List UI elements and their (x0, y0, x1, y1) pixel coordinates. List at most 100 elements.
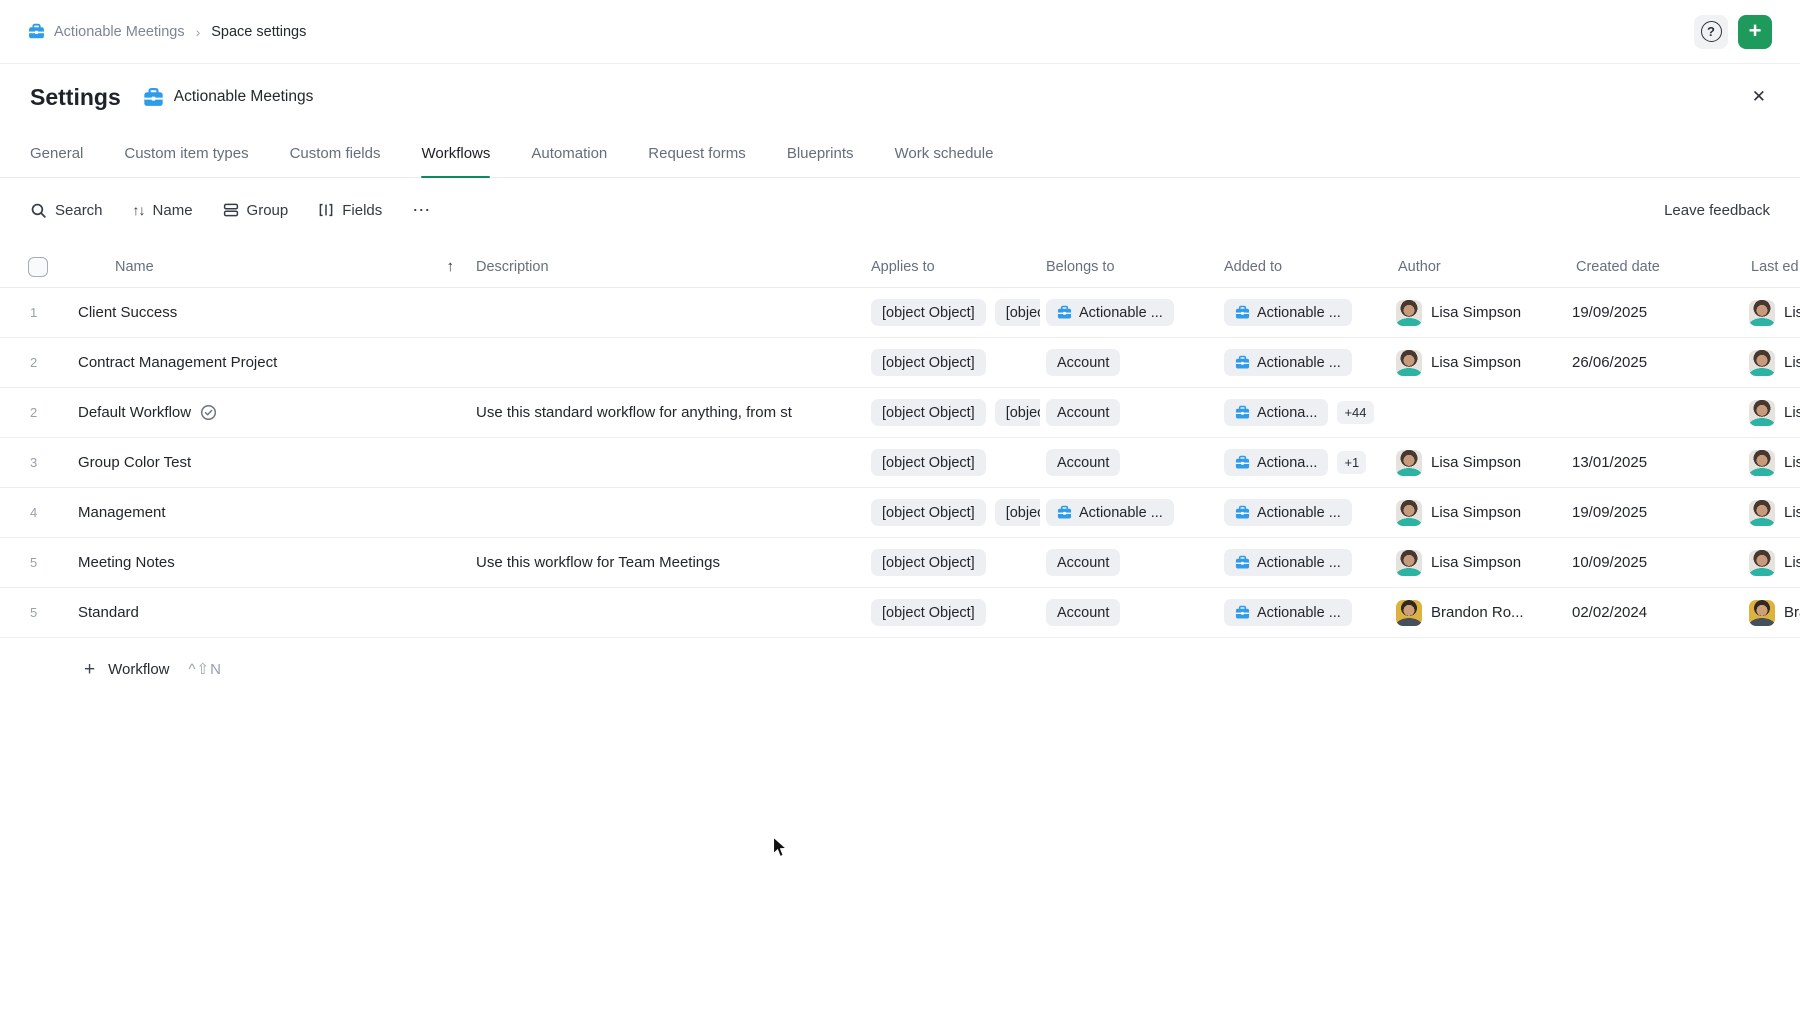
applies-to-tag[interactable]: [object Object] (995, 399, 1040, 426)
column-header-applies-to[interactable]: Applies to (865, 259, 1040, 275)
tab-item[interactable]: Work schedule (895, 130, 994, 177)
created-date: 13/01/2025 (1570, 454, 1745, 471)
more-options-icon[interactable]: ⋯ (412, 200, 431, 221)
applies-to-tag[interactable]: [object Object] (995, 499, 1040, 526)
applies-to-tag[interactable]: [object Object] (995, 299, 1040, 326)
applies-to-tag[interactable]: [object Object] (871, 449, 986, 476)
tab-item[interactable]: Custom fields (290, 130, 381, 177)
tab-item[interactable]: Automation (531, 130, 607, 177)
column-header-belongs-to[interactable]: Belongs to (1040, 259, 1218, 275)
applies-to-tag[interactable]: [object Object] (871, 299, 986, 326)
added-to-tag[interactable]: Actionable ... (1224, 299, 1352, 326)
table-row[interactable]: 1 Client Success [object Object][object … (0, 288, 1800, 338)
added-to-tag[interactable]: Actiona... (1224, 399, 1328, 426)
table-row[interactable]: 2 Contract Management Project [object Ob… (0, 338, 1800, 388)
tab-item[interactable]: Request forms (648, 130, 746, 177)
table-row[interactable]: 5 Standard [object Object] Account (0, 588, 1800, 638)
added-to-tag[interactable]: Actionable ... (1224, 499, 1352, 526)
last-edited-cell: Lisa (1745, 450, 1800, 476)
workflow-name: Group Color Test (78, 454, 191, 471)
top-bar: Actionable Meetings › Space settings ? + (0, 0, 1800, 64)
applies-to-cell: [object Object] [object Object] (865, 399, 1040, 426)
applies-to-tag[interactable]: [object Object] (871, 549, 986, 576)
tab-item[interactable]: Workflows (421, 130, 490, 177)
added-to-tag[interactable]: Actionable ... (1224, 599, 1352, 626)
applies-to-cell: [object Object] [object Object] (865, 299, 1040, 326)
workflow-name-cell[interactable]: Management (78, 504, 470, 521)
chevron-right-icon: › (194, 24, 203, 40)
applies-to-tag[interactable]: [object Object] (871, 399, 986, 426)
select-all-cell (0, 257, 78, 277)
table-row[interactable]: 3 Group Color Test [object Object] Accou… (0, 438, 1800, 488)
workflow-name: Client Success (78, 304, 177, 321)
created-date: 02/02/2024 (1570, 604, 1745, 621)
table-row[interactable]: 2 Default Workflow Use this standard wor… (0, 388, 1800, 438)
leave-feedback-link[interactable]: Leave feedback (1664, 202, 1770, 219)
column-header-last-edited[interactable]: Last ed (1745, 259, 1800, 275)
last-edited-name: Lisa (1784, 554, 1800, 571)
belongs-to-tag[interactable]: Account (1046, 449, 1120, 476)
tab-item[interactable]: Custom item types (124, 130, 248, 177)
avatar (1396, 300, 1422, 326)
check-circle-icon (200, 404, 217, 421)
fields-button[interactable]: Fields (318, 202, 382, 219)
last-edited-cell: Lisa (1745, 300, 1800, 326)
group-button[interactable]: Group (223, 202, 289, 219)
settings-header: Settings Actionable Meetings ✕ (0, 64, 1800, 130)
search-button[interactable]: Search (30, 202, 103, 219)
applies-to-tag[interactable]: [object Object] (871, 349, 986, 376)
select-all-checkbox[interactable] (28, 257, 48, 277)
belongs-to-label: Account (1057, 605, 1109, 621)
added-to-tag[interactable]: Actionable ... (1224, 549, 1352, 576)
belongs-to-tag[interactable]: Account (1046, 599, 1120, 626)
column-header-description[interactable]: Description (470, 259, 865, 275)
author-name: Lisa Simpson (1431, 454, 1521, 471)
overflow-count-badge[interactable]: +1 (1337, 451, 1366, 474)
help-button[interactable]: ? (1694, 15, 1728, 49)
applies-to-tag[interactable]: [object Object] (871, 499, 986, 526)
last-edited-cell: Lisa (1745, 350, 1800, 376)
sort-button[interactable]: ↑↓ Name (133, 202, 193, 219)
added-to-cell: Actionable ... (1218, 599, 1392, 626)
column-header-added-to[interactable]: Added to (1218, 259, 1392, 275)
workflow-name-cell[interactable]: Default Workflow (78, 404, 470, 421)
workflow-name-cell[interactable]: Meeting Notes (78, 554, 470, 571)
close-icon[interactable]: ✕ (1748, 83, 1770, 111)
search-icon (30, 202, 47, 219)
workflow-name-cell[interactable]: Contract Management Project (78, 354, 470, 371)
belongs-to-tag[interactable]: Account (1046, 349, 1120, 376)
workflow-name-cell[interactable]: Group Color Test (78, 454, 470, 471)
tab-label: Request forms (648, 145, 746, 162)
applies-to-tag[interactable]: [object Object] (871, 599, 986, 626)
table-row[interactable]: 5 Meeting Notes Use this workflow for Te… (0, 538, 1800, 588)
column-header-created-date[interactable]: Created date (1570, 259, 1745, 275)
breadcrumb-space[interactable]: Actionable Meetings (54, 24, 185, 40)
tab-item[interactable]: Blueprints (787, 130, 854, 177)
added-to-cell: Actionable ... (1218, 299, 1392, 326)
tab-item[interactable]: General (30, 130, 83, 177)
space-badge: Actionable Meetings (143, 87, 314, 108)
last-edited-cell: Lisa (1745, 550, 1800, 576)
global-add-button[interactable]: + (1738, 15, 1772, 49)
added-to-tag[interactable]: Actiona... (1224, 449, 1328, 476)
column-header-name[interactable]: Name ↑ (78, 258, 470, 275)
workflow-name-cell[interactable]: Standard (78, 604, 470, 621)
workflow-name-cell[interactable]: Client Success (78, 304, 470, 321)
table-header: Name ↑ Description Applies to Belongs to… (0, 246, 1800, 288)
add-workflow-button[interactable]: + Workflow ^⇧N (84, 648, 222, 690)
breadcrumb-page[interactable]: Space settings (211, 24, 306, 40)
belongs-to-tag[interactable]: Actionable ... (1046, 499, 1174, 526)
created-date: 26/06/2025 (1570, 354, 1745, 371)
belongs-to-label: Account (1057, 405, 1109, 421)
added-to-tag[interactable]: Actionable ... (1224, 349, 1352, 376)
belongs-to-tag[interactable]: Account (1046, 549, 1120, 576)
column-header-author[interactable]: Author (1392, 259, 1570, 275)
group-icon (223, 202, 239, 218)
belongs-to-tag[interactable]: Actionable ... (1046, 299, 1174, 326)
table-row[interactable]: 4 Management [object Object][object Obje… (0, 488, 1800, 538)
belongs-to-tag[interactable]: Account (1046, 399, 1120, 426)
sort-asc-icon[interactable]: ↑ (447, 258, 455, 275)
overflow-count-badge[interactable]: +44 (1337, 401, 1373, 424)
workflow-name: Default Workflow (78, 404, 191, 421)
avatar (1396, 350, 1422, 376)
